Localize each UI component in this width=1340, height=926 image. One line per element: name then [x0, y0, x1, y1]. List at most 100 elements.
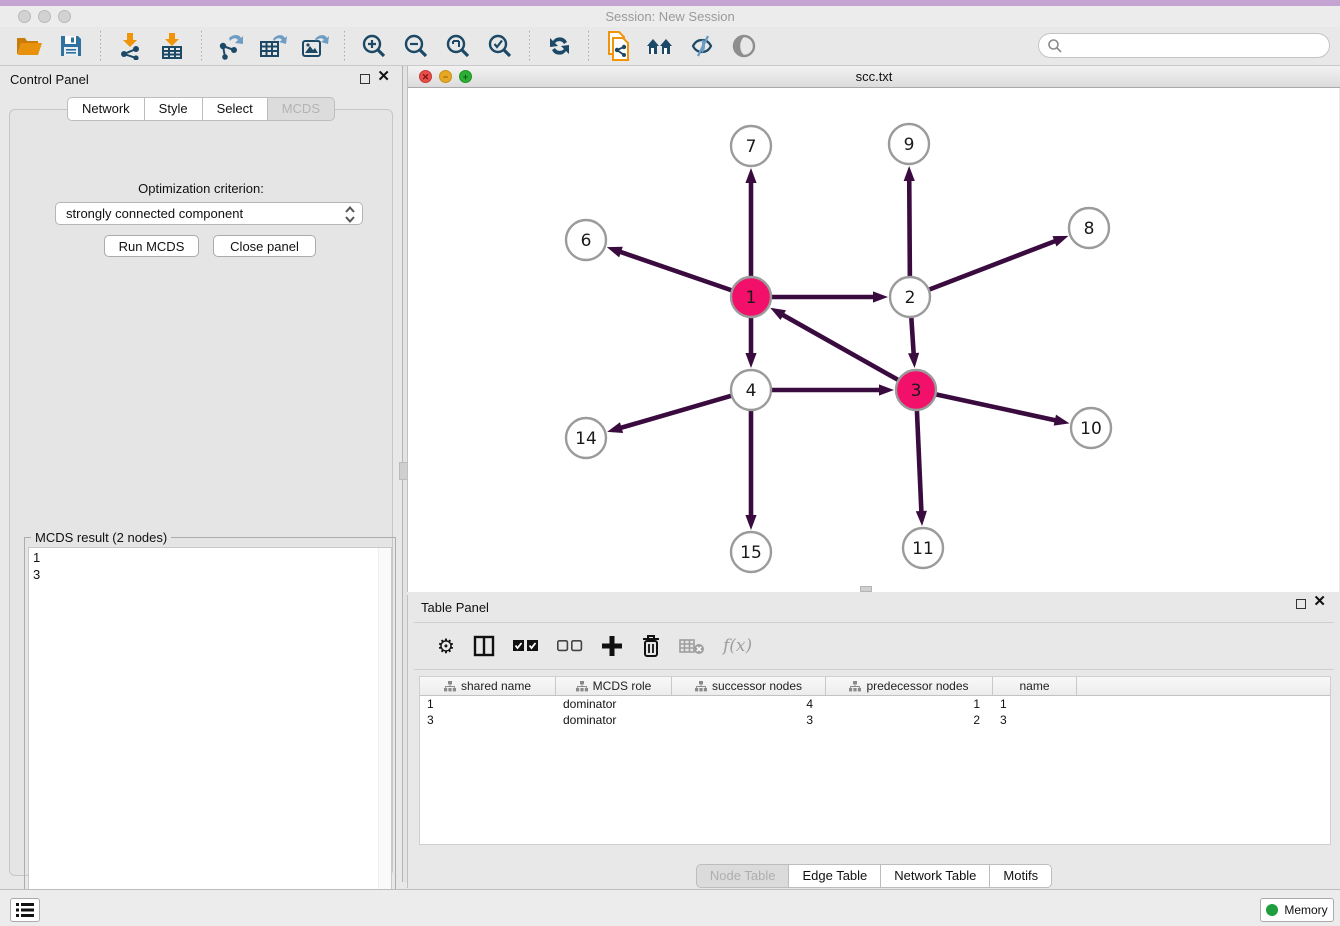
graph-node-label: 9 [904, 135, 915, 155]
zoom-in-icon[interactable] [359, 31, 389, 61]
zoom-out-icon[interactable] [401, 31, 431, 61]
graph-edge[interactable] [934, 394, 1057, 421]
cell-name[interactable]: 3 [993, 713, 1077, 727]
application-window: Session: New Session [0, 0, 1340, 926]
add-column-icon[interactable] [601, 633, 623, 659]
import-table-icon[interactable] [157, 31, 187, 61]
tab-select[interactable]: Select [203, 97, 268, 121]
delete-column-icon[interactable] [641, 633, 661, 659]
graph-edge-arrowhead [607, 422, 623, 433]
cell-successor-nodes[interactable]: 3 [672, 713, 826, 727]
export-image-icon[interactable] [300, 31, 330, 61]
export-network-icon[interactable] [216, 31, 246, 61]
first-neighbors-icon[interactable] [645, 31, 675, 61]
criterion-value: strongly connected component [66, 206, 243, 221]
select-all-columns-icon[interactable] [513, 633, 539, 659]
graph-node-label: 14 [575, 429, 597, 449]
task-list-icon [16, 903, 34, 917]
cell-successor-nodes[interactable]: 4 [672, 697, 826, 711]
column-header-name[interactable]: name [993, 677, 1077, 695]
column-header-predecessor-nodes[interactable]: predecessor nodes [826, 677, 993, 695]
deselect-all-columns-icon[interactable] [557, 633, 583, 659]
task-history-button[interactable] [10, 898, 40, 922]
toolbar-separator [529, 31, 530, 61]
graph-edge-arrowhead [916, 511, 927, 526]
main-toolbar [0, 27, 1340, 66]
save-session-icon[interactable] [56, 31, 86, 61]
zoom-fit-icon[interactable] [443, 31, 473, 61]
status-bar: Memory [0, 889, 1340, 926]
control-tabpane: Optimization criterion: strongly connect… [9, 109, 393, 876]
float-table-panel-icon[interactable] [1296, 599, 1306, 611]
flat-hierarchy-icon [576, 681, 588, 692]
graph-edge[interactable] [917, 408, 922, 513]
import-network-icon[interactable] [115, 31, 145, 61]
cell-name[interactable]: 1 [993, 697, 1077, 711]
column-header-mcds-role[interactable]: MCDS role [556, 677, 672, 695]
graph-edge-arrowhead [873, 291, 888, 302]
table-row[interactable]: 1 dominator 4 1 1 [420, 696, 1330, 712]
graph-edge-arrowhead [770, 308, 786, 320]
network-titlebar[interactable]: ✕ − + scc.txt [408, 66, 1340, 88]
graph-node-label: 15 [740, 543, 762, 563]
open-file-icon[interactable] [14, 31, 44, 61]
network-canvas[interactable]: 7968124314101511 [408, 88, 1339, 592]
tab-mcds[interactable]: MCDS [268, 97, 335, 121]
graph-edge-arrowhead [879, 384, 894, 395]
tab-network[interactable]: Network [67, 97, 145, 121]
float-panel-icon[interactable] [360, 74, 370, 86]
network-title: scc.txt [408, 69, 1340, 84]
graph-node-label: 3 [911, 381, 922, 401]
export-table-icon[interactable] [258, 31, 288, 61]
result-scrollbar[interactable] [378, 548, 391, 911]
search-field[interactable] [1038, 33, 1330, 58]
refresh-layout-icon[interactable] [544, 31, 574, 61]
node-table[interactable]: shared name MCDS role successor nodes pr… [419, 676, 1331, 845]
cell-predecessor-nodes[interactable]: 1 [826, 697, 993, 711]
graph-edge[interactable] [909, 179, 910, 279]
tab-motifs[interactable]: Motifs [990, 864, 1052, 888]
toolbar-separator [344, 31, 345, 61]
graph-edge[interactable] [620, 395, 734, 428]
graph-edge-arrowhead [904, 166, 915, 181]
memory-button[interactable]: Memory [1260, 898, 1334, 922]
graph-edge-arrowhead [1054, 415, 1070, 426]
close-panel-button[interactable]: Close panel [213, 235, 316, 257]
run-mcds-button[interactable]: Run MCDS [104, 235, 199, 257]
zoom-selected-icon[interactable] [485, 31, 515, 61]
graph-node-label: 1 [746, 288, 757, 308]
cell-mcds-role[interactable]: dominator [556, 713, 672, 727]
graph-edge[interactable] [781, 314, 900, 381]
tab-network-table[interactable]: Network Table [881, 864, 990, 888]
cell-shared-name[interactable]: 1 [420, 697, 556, 711]
criterion-dropdown[interactable]: strongly connected component [55, 202, 363, 225]
graph-edge[interactable] [619, 251, 734, 291]
show-hide-view-icon[interactable] [729, 31, 759, 61]
tab-node-table[interactable]: Node Table [696, 864, 790, 888]
table-settings-icon[interactable]: ⚙ [437, 633, 455, 659]
control-panel: Control Panel ✕ Optimization criterion: … [0, 66, 402, 882]
graph-edge[interactable] [911, 315, 914, 355]
cell-shared-name[interactable]: 3 [420, 713, 556, 727]
tab-edge-table[interactable]: Edge Table [789, 864, 881, 888]
table-row[interactable]: 3 dominator 3 2 3 [420, 712, 1330, 728]
graph-node-label: 4 [746, 381, 757, 401]
column-header-shared-name[interactable]: shared name [420, 677, 556, 695]
delete-table-icon[interactable] [679, 633, 705, 659]
cell-predecessor-nodes[interactable]: 2 [826, 713, 993, 727]
graph-edge[interactable] [927, 241, 1057, 291]
function-builder-icon[interactable]: f(x) [723, 633, 752, 659]
mcds-result-group: MCDS result (2 nodes) 1 3 [24, 537, 396, 916]
show-column-icon[interactable] [473, 633, 495, 659]
column-header-successor-nodes[interactable]: successor nodes [672, 677, 826, 695]
cell-mcds-role[interactable]: dominator [556, 697, 672, 711]
tab-style[interactable]: Style [145, 97, 203, 121]
duplicate-network-icon[interactable] [603, 31, 633, 61]
toolbar-separator [100, 31, 101, 61]
show-hide-style-icon[interactable] [687, 31, 717, 61]
close-panel-icon[interactable]: ✕ [377, 71, 390, 83]
mcds-result-title: MCDS result (2 nodes) [31, 530, 171, 545]
mcds-result-textarea[interactable]: 1 3 [28, 547, 392, 912]
horizontal-splitter-handle[interactable] [860, 586, 872, 592]
close-table-panel-icon[interactable]: ✕ [1313, 596, 1326, 608]
